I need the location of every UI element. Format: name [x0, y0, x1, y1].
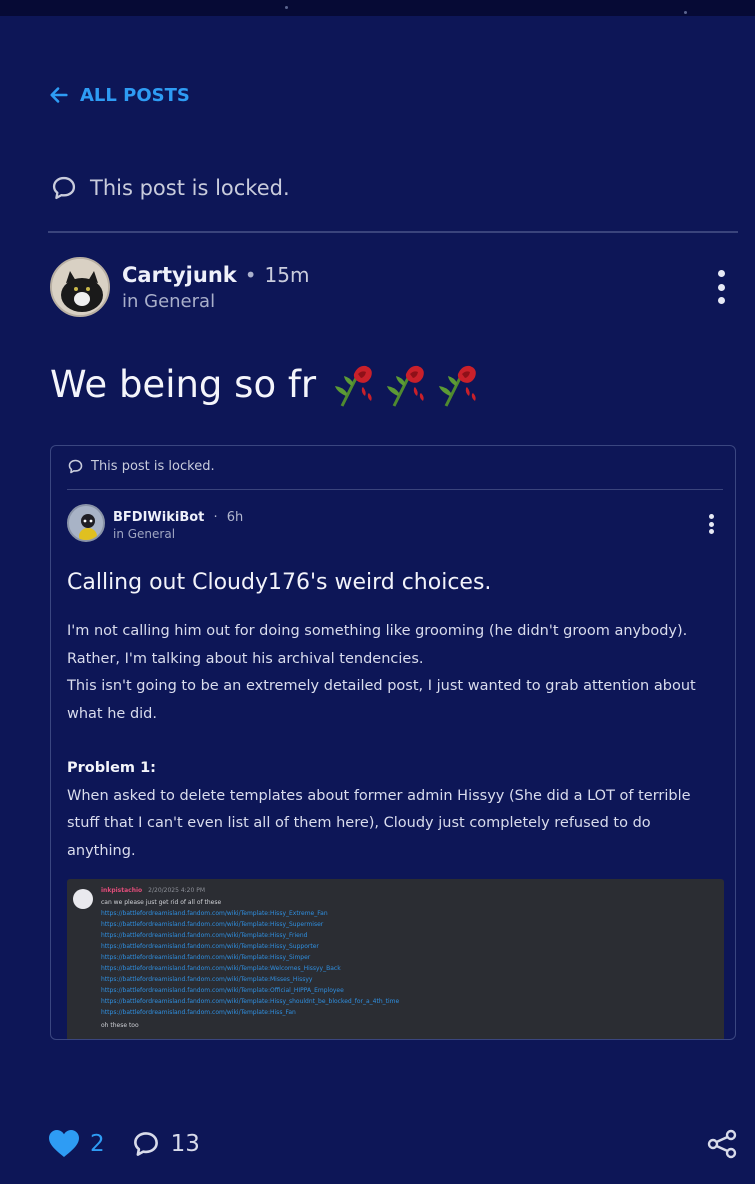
comment-button[interactable]: 13 [131, 1129, 200, 1159]
body-line: This isn't going to be an extremely deta… [67, 678, 696, 694]
avatar[interactable] [50, 257, 110, 317]
chat-avatar [73, 889, 93, 909]
shared-author-name[interactable]: BFDIWikiBot [113, 510, 204, 525]
comment-icon [133, 1132, 158, 1156]
shared-post-title: Calling out Cloudy176's weird choices. [67, 570, 492, 595]
avatar[interactable] [67, 504, 105, 542]
post-title: We being so fr [50, 360, 482, 408]
chat-link: https://battlefordreamisland.fandom.com/… [101, 910, 328, 917]
back-link-label: ALL POSTS [80, 84, 190, 106]
chat-message: can we please just get rid of all of the… [101, 899, 222, 906]
shared-post-body: I'm not calling him out for doing someth… [67, 618, 727, 865]
chat-link: https://battlefordreamisland.fandom.com/… [101, 998, 400, 1005]
body-line: When asked to delete templates about for… [67, 787, 691, 804]
post-title-text: We being so fr [50, 362, 317, 406]
chat-timestamp: 2/20/2025 4:20 PM [148, 887, 206, 894]
shared-post-card[interactable]: This post is locked. BFDIWikiBot · 6h in… [50, 445, 736, 1040]
all-posts-back-link[interactable]: ALL POSTS [48, 84, 190, 106]
chat-link: https://battlefordreamisland.fandom.com/… [101, 921, 324, 928]
like-button[interactable]: 2 [48, 1129, 105, 1159]
wilted-rose-icon [439, 365, 476, 407]
bot-avatar-image [69, 506, 103, 540]
divider [48, 231, 738, 233]
shared-post-category[interactable]: in General [113, 527, 243, 541]
shared-locked-text: This post is locked. [91, 459, 215, 474]
separator-dot: · [213, 509, 218, 525]
locked-text: This post is locked. [90, 176, 290, 200]
body-line: anything. [67, 842, 136, 859]
chat-header: inkpistachio 2/20/2025 4:20 PM [101, 887, 205, 894]
share-icon[interactable] [706, 1128, 738, 1160]
body-line: what he did. [67, 705, 157, 722]
post-time: 15m [264, 262, 310, 287]
body-line: Rather, I'm talking about his archival t… [67, 650, 424, 667]
chat-link: https://battlefordreamisland.fandom.com/… [101, 987, 344, 994]
shared-post-author: BFDIWikiBot · 6h in General [67, 504, 243, 542]
locked-notice: This post is locked. [50, 174, 290, 202]
chat-link: https://battlefordreamisland.fandom.com/… [101, 1009, 296, 1016]
post-actions-bar: 2 13 [48, 1124, 738, 1164]
chat-link: https://battlefordreamisland.fandom.com/… [101, 954, 311, 961]
wilted-rose-emojis [332, 360, 482, 408]
chat-link: https://battlefordreamisland.fandom.com/… [101, 965, 341, 972]
post-author: Cartyjunk • 15m in General [50, 257, 309, 317]
chat-link: https://battlefordreamisland.fandom.com/… [101, 976, 313, 983]
speech-bubble-icon [68, 459, 83, 474]
speech-bubble-icon [52, 176, 76, 200]
like-count: 2 [90, 1131, 105, 1157]
cat-avatar-image [52, 259, 108, 315]
shared-locked-notice: This post is locked. [67, 458, 215, 475]
more-options-icon[interactable] [709, 514, 715, 534]
shared-post-time: 6h [226, 509, 244, 525]
wilted-rose-icon [387, 365, 424, 407]
wilted-rose-icon [335, 365, 372, 407]
body-line: I'm not calling him out for doing someth… [67, 623, 688, 639]
chat-username: inkpistachio [101, 887, 143, 894]
author-name[interactable]: Cartyjunk [122, 263, 237, 287]
post-category[interactable]: in General [122, 291, 309, 312]
embedded-chat-screenshot: inkpistachio 2/20/2025 4:20 PM can we ple… [67, 879, 724, 1039]
problem-heading: Problem 1: [67, 760, 156, 776]
divider [67, 489, 723, 490]
more-options-icon[interactable] [715, 270, 727, 304]
chat-footer-text: oh these too [101, 1022, 139, 1029]
comment-count: 13 [170, 1131, 200, 1157]
heart-icon [49, 1130, 79, 1157]
arrow-left-icon [50, 87, 68, 103]
chat-link: https://battlefordreamisland.fandom.com/… [101, 943, 319, 950]
chat-link: https://battlefordreamisland.fandom.com/… [101, 932, 308, 939]
top-status-strip [0, 0, 755, 16]
separator-dot: • [244, 262, 257, 287]
body-line: stuff that I can't even list all of them… [67, 815, 651, 831]
